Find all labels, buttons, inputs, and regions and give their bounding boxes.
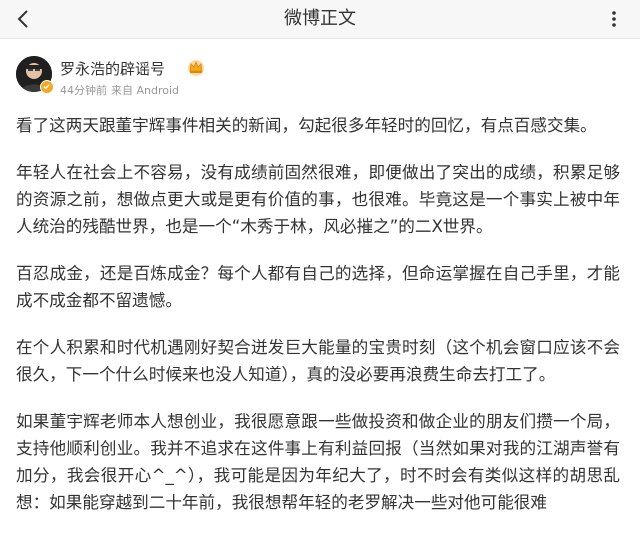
page-title: 微博正文 [284,8,356,29]
post-time: 44分钟前 [60,84,107,97]
post-meta: 44分钟前 来自 Android [60,82,183,98]
verified-badge [40,80,54,94]
post-paragraph: 在个人积累和时代机遇刚好契合迸发巨大能量的宝贵时刻（这个机会窗口应该不会很久，下… [16,338,620,384]
verified-icon [43,84,50,90]
crown-icon [188,60,204,76]
author-header: 罗永浩的辟谣号 44分钟前 来自 Android [16,56,616,100]
more-vertical-icon [612,11,616,27]
post-paragraph: 年轻人在社会上不容易，没有成绩前固然很难，即便做出了突出的成绩，积累足够的资源之… [16,163,620,236]
top-nav-bar: 微博正文 [0,0,640,39]
post-body: 看了这两天跟董宇辉事件相关的新闻，勾起很多年轻时的回忆，有点百感交集。 年轻人在… [16,112,620,536]
post-paragraph: 看了这两天跟董宇辉事件相关的新闻，勾起很多年轻时的回忆，有点百感交集。 [16,116,597,135]
author-name[interactable]: 罗永浩的辟谣号 [60,58,165,79]
post-paragraph: 百忍成金，还是百炼成金？每个人都有自己的选择，但命运掌握在自己手里，才能成不成金… [16,264,620,310]
post-source: 来自 Android [111,84,180,97]
post-paragraph: 如果董宇辉老师本人想创业，我很愿意跟一些做投资和做企业的朋友们攒一个局，支持他顺… [16,412,620,512]
more-button[interactable] [598,3,630,35]
